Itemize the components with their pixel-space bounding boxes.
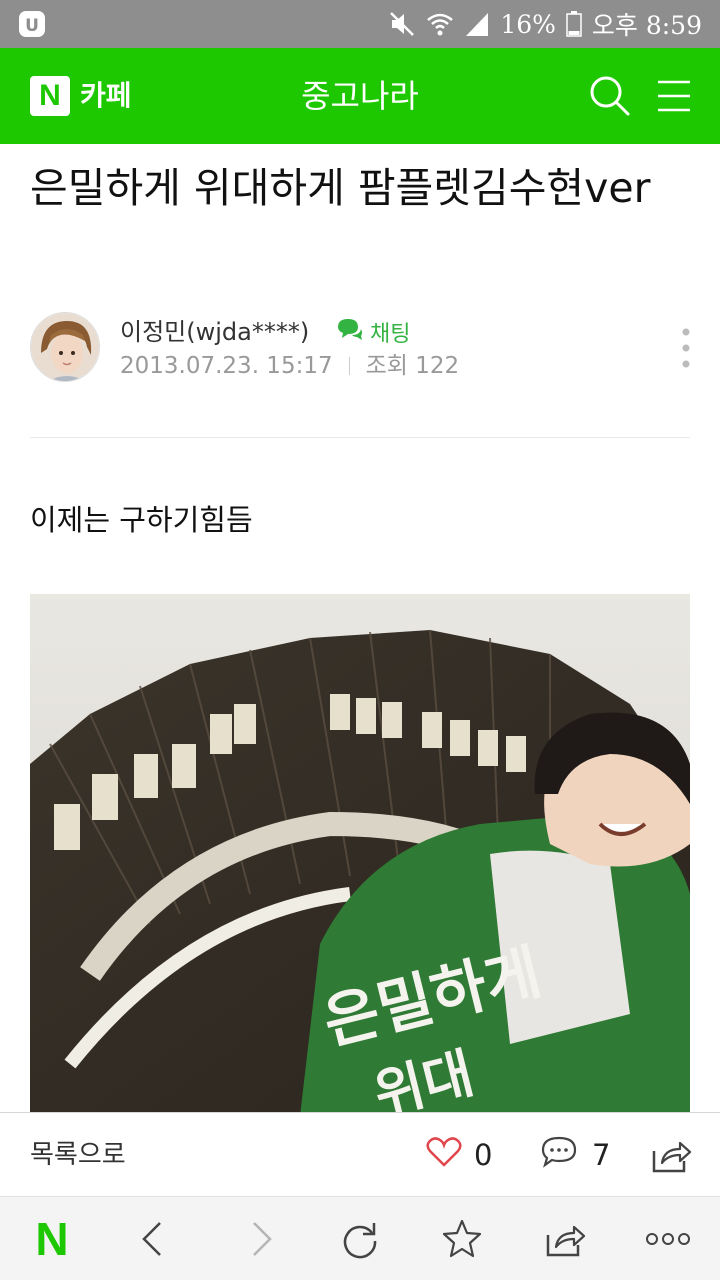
header-divider [30,437,690,438]
like-button[interactable]: 0 [426,1135,492,1175]
naver-home-button[interactable]: N [32,1216,72,1262]
more-options-icon[interactable] [676,326,696,370]
svg-text:U: U [25,16,39,36]
article-photo[interactable]: 은밀하게 위대 [30,594,690,1116]
comment-button[interactable]: 7 [540,1135,610,1175]
author-name[interactable]: 이정민(wjda****) [120,316,309,348]
meta-divider [348,357,350,375]
chat-label: 채팅 [370,322,411,347]
mute-icon [388,10,416,38]
browser-nav-bar: N [0,1196,720,1280]
article-action-bar: 목록으로 0 7 [0,1112,720,1196]
clock: 오후 8:59 [591,11,702,40]
view-count: 조회 122 [365,353,460,379]
like-count: 0 [474,1138,493,1172]
menu-icon[interactable] [652,74,696,118]
search-icon[interactable] [586,72,634,120]
app-bar: N 카페 중고나라 [0,48,720,144]
chat-button[interactable]: 채팅 [336,316,410,348]
article-meta: 2013.07.23. 15:17 조회 122 [120,350,459,382]
refresh-icon[interactable] [338,1217,382,1261]
bookmark-star-icon[interactable] [440,1217,484,1261]
article-body: 이제는 구하기힘듬 [30,503,253,537]
back-to-list-button[interactable]: 목록으로 [30,1135,126,1175]
signal-icon [464,10,490,38]
naver-logo[interactable]: N [30,76,70,116]
share-icon[interactable] [648,1133,692,1177]
share-icon[interactable] [542,1217,586,1261]
comment-icon [540,1135,578,1176]
forward-icon[interactable] [238,1217,282,1261]
carrier-logo-icon: U [18,10,46,38]
heart-icon [426,1136,462,1175]
avatar[interactable] [30,312,100,382]
chat-bubble-icon [336,317,364,347]
cafe-label[interactable]: 카페 [80,76,132,116]
more-icon[interactable] [644,1217,690,1261]
back-icon[interactable] [132,1217,176,1261]
post-date: 2013.07.23. 15:17 [120,353,333,379]
comment-count: 7 [592,1138,611,1172]
wifi-icon [426,10,454,38]
status-bar: U 16% 오후 8:59 [0,0,720,48]
cafe-title[interactable]: 중고나라 [210,74,510,118]
battery-icon [566,10,582,38]
battery-percent: 16% [500,9,556,39]
article-title: 은밀하게 위대하게 팜플렛김수현ver [30,164,651,212]
